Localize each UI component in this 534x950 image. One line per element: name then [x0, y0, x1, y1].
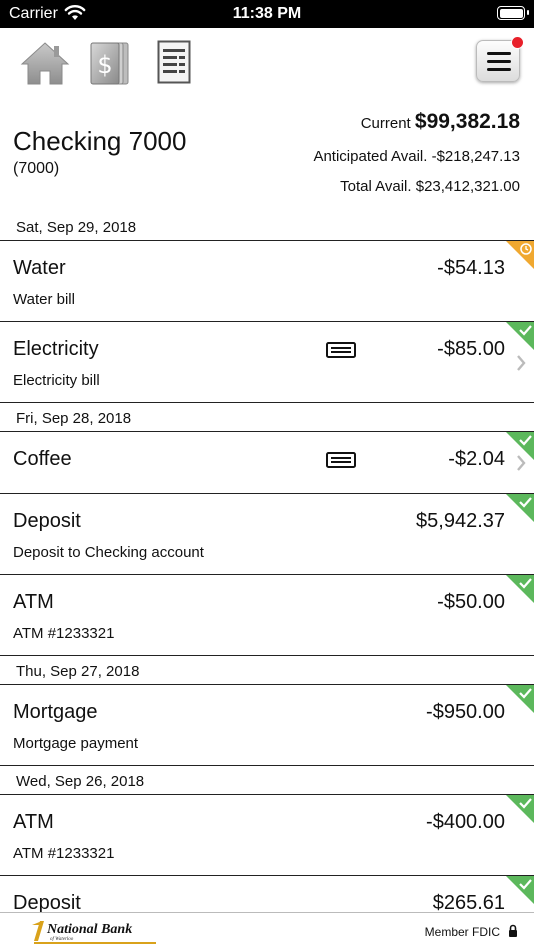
cleared-check-icon [506, 795, 534, 823]
menu-icon [487, 52, 511, 76]
transaction-description: ATM #1233321 [13, 845, 115, 862]
total-available-balance: Total Avail. $23,412,321.00 [340, 178, 520, 195]
date-header: Wed, Sep 26, 2018 [0, 766, 534, 795]
transaction-amount: -$50.00 [437, 591, 505, 613]
transaction-row[interactable]: ATM ATM #1233321 -$400.00 [0, 795, 534, 876]
transaction-description: Deposit to Checking account [13, 544, 204, 561]
cleared-check-icon [506, 494, 534, 522]
footer: National Bank of Waterloo Member FDIC [0, 912, 534, 950]
transaction-row[interactable]: Water Water bill -$54.13 [0, 241, 534, 322]
lock-icon [509, 924, 517, 937]
current-balance-value: $99,382.18 [414, 110, 520, 133]
transaction-row[interactable]: ATM ATM #1233321 -$50.00 [0, 575, 534, 656]
transaction-title: Mortgage [13, 701, 98, 723]
transaction-title: ATM [13, 811, 54, 833]
account-name: Checking 7000 [13, 126, 187, 156]
account-number: (7000) [13, 160, 60, 177]
card-icon [326, 452, 356, 468]
transaction-amount: -$54.13 [437, 257, 505, 279]
transaction-description: Water bill [13, 291, 75, 308]
cleared-check-icon [506, 876, 534, 904]
transaction-description: Electricity bill [13, 372, 100, 389]
pending-clock-icon [506, 241, 534, 269]
transaction-title: Deposit [13, 510, 81, 532]
transaction-list[interactable]: Sat, Sep 29, 2018 Water Water bill -$54.… [0, 212, 534, 950]
transaction-description: ATM #1233321 [13, 625, 115, 642]
menu-button[interactable] [476, 36, 524, 82]
transaction-amount: -$400.00 [426, 811, 505, 833]
transaction-description: Mortgage payment [13, 735, 139, 752]
battery-icon [497, 6, 529, 20]
transaction-row[interactable]: Coffee -$2.04 [0, 432, 534, 494]
register-icon[interactable] [157, 40, 191, 84]
top-toolbar: $ [0, 28, 534, 108]
status-bar: Carrier 11:38 PM [0, 0, 534, 28]
transaction-amount: $5,942.37 [416, 510, 505, 532]
member-fdic-label: Member FDIC [424, 925, 500, 939]
current-balance-label: Current [360, 115, 411, 132]
svg-text:$: $ [97, 51, 112, 79]
date-header: Fri, Sep 28, 2018 [0, 403, 534, 432]
dollar-statements-icon[interactable]: $ [90, 40, 130, 86]
transaction-amount: -$950.00 [426, 701, 505, 723]
bank-subtitle: of Waterloo [50, 937, 74, 942]
notification-dot [511, 36, 524, 49]
account-summary: Checking 7000 (7000) Current $99,382.18 … [0, 108, 534, 212]
date-header: Thu, Sep 27, 2018 [0, 656, 534, 685]
anticipated-balance: Anticipated Avail. -$218,247.13 [313, 148, 520, 165]
cleared-check-icon [506, 432, 534, 460]
current-balance: Current $99,382.18 [361, 110, 520, 134]
bank-name: National Bank [46, 922, 132, 937]
date-header: Sat, Sep 29, 2018 [0, 212, 534, 241]
transaction-row[interactable]: Mortgage Mortgage payment -$950.00 [0, 685, 534, 766]
transaction-row[interactable]: Electricity Electricity bill -$85.00 [0, 322, 534, 403]
transaction-title: Electricity [13, 338, 99, 360]
chevron-right-icon[interactable] [516, 354, 526, 372]
cleared-check-icon [506, 685, 534, 713]
cleared-check-icon [506, 575, 534, 603]
transaction-title: ATM [13, 591, 54, 613]
transaction-amount: -$2.04 [448, 448, 505, 470]
transaction-title: Coffee [13, 448, 72, 470]
home-icon[interactable] [20, 40, 70, 86]
card-icon [326, 342, 356, 358]
clock: 11:38 PM [232, 5, 302, 22]
transaction-title: Water [13, 257, 66, 279]
transaction-row[interactable]: Deposit Deposit to Checking account $5,9… [0, 494, 534, 575]
cleared-check-icon [506, 322, 534, 350]
bank-logo: National Bank of Waterloo [32, 921, 156, 944]
transaction-amount: -$85.00 [437, 338, 505, 360]
